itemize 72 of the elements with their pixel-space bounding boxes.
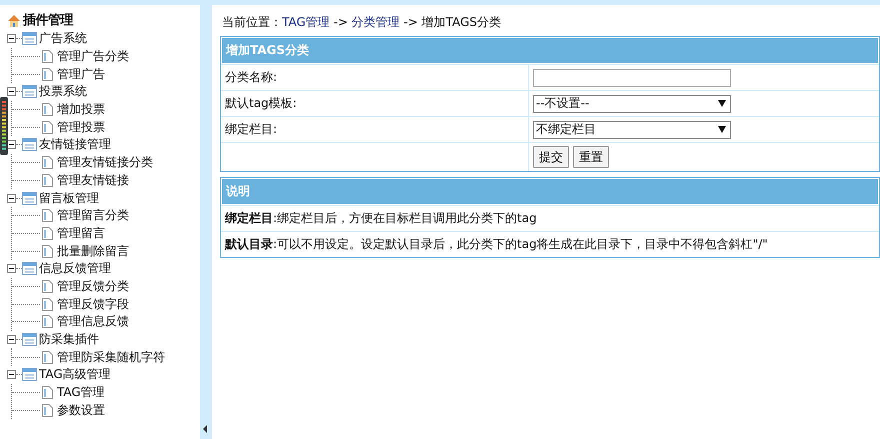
breadcrumb-link[interactable]: TAG管理	[282, 15, 330, 29]
tree-item-label[interactable]: 管理反馈分类	[57, 278, 129, 295]
document-icon	[42, 226, 53, 240]
collapse-icon[interactable]	[7, 194, 16, 203]
form-button[interactable]: 提交	[533, 146, 569, 168]
document-icon	[42, 244, 53, 258]
dropdown-caret-icon	[718, 100, 726, 107]
tree-group-label[interactable]: 广告系统	[39, 30, 87, 48]
select-field[interactable]: 不绑定栏目	[533, 120, 731, 138]
panel-title: 说明	[221, 178, 879, 205]
field-label: 默认tag模板:	[225, 95, 297, 112]
window-icon	[22, 138, 37, 152]
collapse-icon[interactable]	[7, 335, 16, 344]
breadcrumb: 当前位置：TAG管理 -> 分类管理 -> 增加TAGS分类	[222, 14, 502, 31]
tree-group-label[interactable]: 投票系统	[39, 83, 87, 100]
collapse-icon[interactable]	[7, 140, 16, 150]
document-icon	[42, 68, 53, 81]
tree-item-label[interactable]: 增加投票	[57, 101, 105, 118]
collapse-icon[interactable]	[7, 370, 16, 380]
window-icon	[22, 85, 37, 98]
document-icon	[42, 404, 53, 417]
level-meter-icon	[0, 97, 8, 155]
document-icon	[42, 280, 53, 293]
tree-group-label[interactable]: 防采集插件	[39, 331, 99, 348]
tree-item-label[interactable]: 批量删除留言	[57, 242, 129, 260]
window-icon	[22, 262, 37, 276]
tree-item-label[interactable]: 管理反馈字段	[57, 296, 129, 313]
document-icon	[42, 350, 53, 364]
tree-group-label[interactable]: 友情链接管理	[39, 136, 111, 154]
field-label: 绑定栏目:	[225, 121, 278, 138]
window-icon	[22, 333, 37, 346]
breadcrumb-link[interactable]: 分类管理	[352, 15, 400, 29]
tree-item-label[interactable]: 管理留言分类	[57, 207, 129, 224]
form-button[interactable]: 重置	[573, 146, 609, 168]
tree-item-label[interactable]: 管理投票	[57, 118, 105, 136]
tree-item-label[interactable]: 管理留言	[57, 224, 105, 242]
dropdown-caret-icon	[718, 126, 726, 133]
document-icon	[42, 156, 53, 170]
note-text: 默认目录:可以不用设定。设定默认目录后，此分类下的tag将生成在此目录下，目录中不得包含斜杠"/"	[225, 236, 768, 253]
collapse-icon[interactable]	[7, 87, 16, 96]
tree-root-label: 插件管理	[23, 12, 73, 29]
document-icon	[42, 209, 53, 222]
collapse-icon[interactable]	[7, 264, 16, 274]
window-icon	[22, 192, 37, 205]
note-text: 绑定栏目:绑定栏目后，方便在目标栏目调用此分类下的tag	[225, 210, 537, 227]
tree-item-label[interactable]: 管理广告	[57, 66, 105, 83]
tree-item-label[interactable]: 管理友情链接	[57, 172, 129, 189]
document-icon	[42, 315, 53, 328]
document-icon	[42, 298, 53, 311]
tree-item-label[interactable]: 管理友情链接分类	[57, 154, 153, 172]
panel-title: 增加TAGS分类	[221, 37, 879, 64]
tree-item-label[interactable]: 管理信息反馈	[57, 313, 129, 330]
document-icon	[42, 50, 53, 64]
field-label: 分类名称:	[225, 69, 278, 86]
window-icon	[22, 368, 37, 382]
tree-group-label[interactable]: 信息反馈管理	[39, 260, 111, 278]
tree-item-label[interactable]: 管理广告分类	[57, 48, 129, 66]
tree-group-label[interactable]: TAG高级管理	[39, 366, 111, 384]
window-icon	[22, 32, 37, 46]
document-icon	[42, 120, 53, 134]
tree-group-label[interactable]: 留言板管理	[39, 190, 99, 207]
tree-item-label[interactable]: TAG管理	[57, 384, 105, 402]
document-icon	[42, 103, 53, 116]
home-icon	[7, 13, 21, 27]
tree-item-label[interactable]: 管理防采集随机字符	[57, 348, 165, 366]
select-field[interactable]: --不设置--	[533, 94, 731, 112]
document-icon	[42, 386, 53, 400]
input-field[interactable]	[533, 68, 731, 86]
tree-item-label[interactable]: 参数设置	[57, 402, 105, 419]
collapse-icon[interactable]	[7, 34, 16, 44]
document-icon	[42, 174, 53, 187]
collapse-arrow-icon[interactable]	[203, 425, 207, 433]
